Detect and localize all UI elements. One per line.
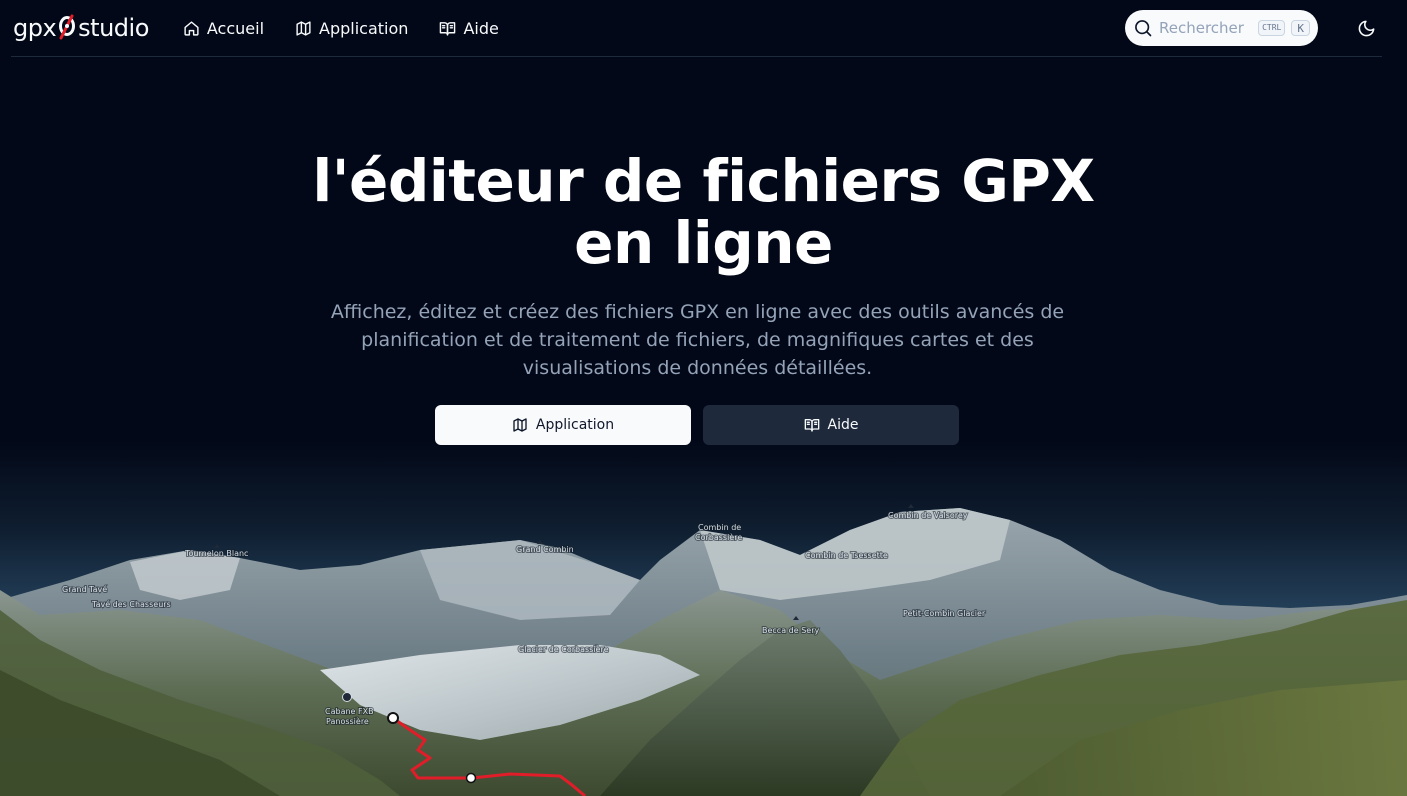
terrain-map-canvas[interactable]: Tournelon Blanc Grand Tavé Tavé des Chas…	[0, 440, 1407, 796]
nav-application[interactable]: Application	[295, 13, 423, 44]
map-icon	[513, 418, 527, 432]
terrain-map[interactable]: Tournelon Blanc Grand Tavé Tavé des Chas…	[0, 440, 1407, 796]
theme-toggle-button[interactable]	[1354, 16, 1378, 40]
label-grand-combin: Grand Combin	[516, 545, 574, 554]
nav-accueil[interactable]: Accueil	[183, 13, 279, 44]
hut-marker-icon	[342, 692, 352, 702]
book-open-icon	[804, 419, 819, 432]
shortcut-k-key: K	[1291, 20, 1310, 36]
hero-title-line2: en ligne	[574, 209, 833, 277]
hero-title-line1: l'éditeur de fichiers GPX	[312, 147, 1095, 215]
shortcut-ctrl-key: CTRL	[1258, 20, 1286, 36]
track-start-point[interactable]	[387, 712, 399, 724]
nav-aide[interactable]: Aide	[439, 13, 513, 44]
label-combin-de-tsessette: Combin de Tsessette	[805, 551, 888, 560]
search-input[interactable]: Rechercher CTRL K	[1125, 10, 1318, 46]
gpx-studio-logo[interactable]: gpx studio	[13, 8, 149, 48]
page: gpx studio Accueil Application Aide Rech…	[0, 0, 1407, 796]
moon-icon	[1358, 20, 1374, 36]
home-icon	[184, 20, 199, 36]
label-grand-tave: Grand Tavé	[62, 584, 107, 594]
label-combin-de-corbassiere-2: Corbassière	[695, 532, 742, 542]
main-nav: Accueil Application Aide	[183, 13, 530, 44]
open-application-label: Application	[535, 417, 615, 433]
track-waypoint[interactable]	[465, 772, 477, 784]
label-glacier-de-corbassiere: Glacier de Corbassière	[518, 644, 609, 654]
label-tave-des-chasseurs: Tavé des Chasseurs	[91, 599, 171, 609]
open-help-label: Aide	[827, 417, 859, 433]
label-tournelon-blanc: Tournelon Blanc	[184, 549, 248, 558]
open-help-button[interactable]: Aide	[703, 405, 959, 445]
logo-text-gpx: gpx	[13, 14, 57, 42]
map-icon	[296, 20, 311, 36]
search-icon	[1135, 20, 1152, 37]
top-navigation-bar: gpx studio Accueil Application Aide Rech…	[11, 0, 1382, 57]
label-combin-de-corbassiere-1: Combin de	[698, 523, 741, 532]
nav-aide-label: Aide	[463, 18, 499, 38]
open-application-button[interactable]: Application	[435, 405, 691, 445]
hero-subtitle: Affichez, éditez et créez des fichiers G…	[330, 301, 1065, 379]
hero-title: l'éditeur de fichiers GPX en ligne	[0, 150, 1407, 274]
label-combin-de-valsorey: Combin de Valsorey	[888, 511, 968, 520]
nav-application-label: Application	[319, 18, 409, 38]
label-panossiere: Panossière	[326, 716, 369, 726]
label-cabane-fxb: Cabane FXB	[325, 707, 374, 716]
book-open-icon	[440, 21, 456, 36]
search-placeholder: Rechercher	[1159, 19, 1244, 37]
logo-marker-icon	[59, 14, 76, 40]
nav-accueil-label: Accueil	[206, 18, 265, 38]
logo-text-studio: studio	[78, 14, 149, 42]
label-petit-combin-glacier: Petit-Combin Glacier	[903, 609, 986, 618]
label-becca-de-sery: Becca de Sery	[762, 626, 819, 635]
